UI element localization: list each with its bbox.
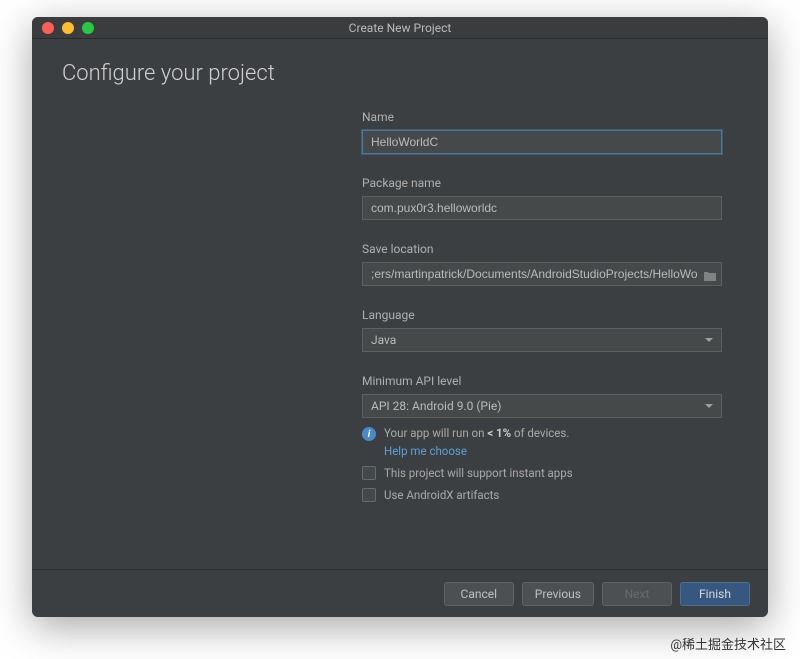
- chevron-down-icon: [705, 404, 713, 408]
- androidx-label: Use AndroidX artifacts: [384, 488, 499, 502]
- previous-button[interactable]: Previous: [522, 582, 594, 606]
- androidx-row[interactable]: Use AndroidX artifacts: [362, 488, 722, 502]
- minimize-icon[interactable]: [62, 22, 74, 34]
- traffic-lights: [32, 22, 94, 34]
- chevron-down-icon: [705, 338, 713, 342]
- info-icon: i: [362, 427, 376, 441]
- field-package: Package name: [362, 176, 722, 220]
- instant-apps-row[interactable]: This project will support instant apps: [362, 466, 722, 480]
- package-input[interactable]: [362, 196, 722, 220]
- field-name: Name: [362, 110, 722, 154]
- name-input[interactable]: [362, 130, 722, 154]
- titlebar: Create New Project: [32, 17, 768, 39]
- window-title: Create New Project: [32, 21, 768, 35]
- language-value: Java: [371, 333, 396, 347]
- close-icon[interactable]: [42, 22, 54, 34]
- save-location-input[interactable]: [362, 262, 722, 286]
- content-area: Configure your project Name Package name…: [32, 39, 768, 569]
- cancel-button[interactable]: Cancel: [444, 582, 514, 606]
- browse-folder-icon[interactable]: [703, 267, 717, 279]
- androidx-checkbox[interactable]: [362, 488, 376, 502]
- page-title: Configure your project: [62, 61, 738, 86]
- field-save-location: Save location: [362, 242, 722, 286]
- footer-buttons: Cancel Previous Next Finish: [32, 569, 768, 617]
- watermark: @稀土掘金技术社区: [670, 634, 786, 653]
- language-select[interactable]: Java: [362, 328, 722, 352]
- api-level-label: Minimum API level: [362, 374, 722, 388]
- api-info-row: i Your app will run on < 1% of devices.: [362, 426, 722, 441]
- name-label: Name: [362, 110, 722, 124]
- language-label: Language: [362, 308, 722, 322]
- instant-apps-checkbox[interactable]: [362, 466, 376, 480]
- instant-apps-label: This project will support instant apps: [384, 466, 573, 480]
- next-button: Next: [602, 582, 672, 606]
- zoom-icon[interactable]: [82, 22, 94, 34]
- api-level-value: API 28: Android 9.0 (Pie): [371, 399, 501, 413]
- form: Name Package name Save location Language: [362, 110, 722, 502]
- package-label: Package name: [362, 176, 722, 190]
- help-me-choose-link[interactable]: Help me choose: [384, 444, 722, 458]
- field-language: Language Java: [362, 308, 722, 352]
- finish-button[interactable]: Finish: [680, 582, 750, 606]
- field-api-level: Minimum API level API 28: Android 9.0 (P…: [362, 374, 722, 502]
- api-info-text: Your app will run on < 1% of devices.: [384, 426, 569, 440]
- dialog-window: Create New Project Configure your projec…: [32, 17, 768, 617]
- api-level-select[interactable]: API 28: Android 9.0 (Pie): [362, 394, 722, 418]
- save-location-label: Save location: [362, 242, 722, 256]
